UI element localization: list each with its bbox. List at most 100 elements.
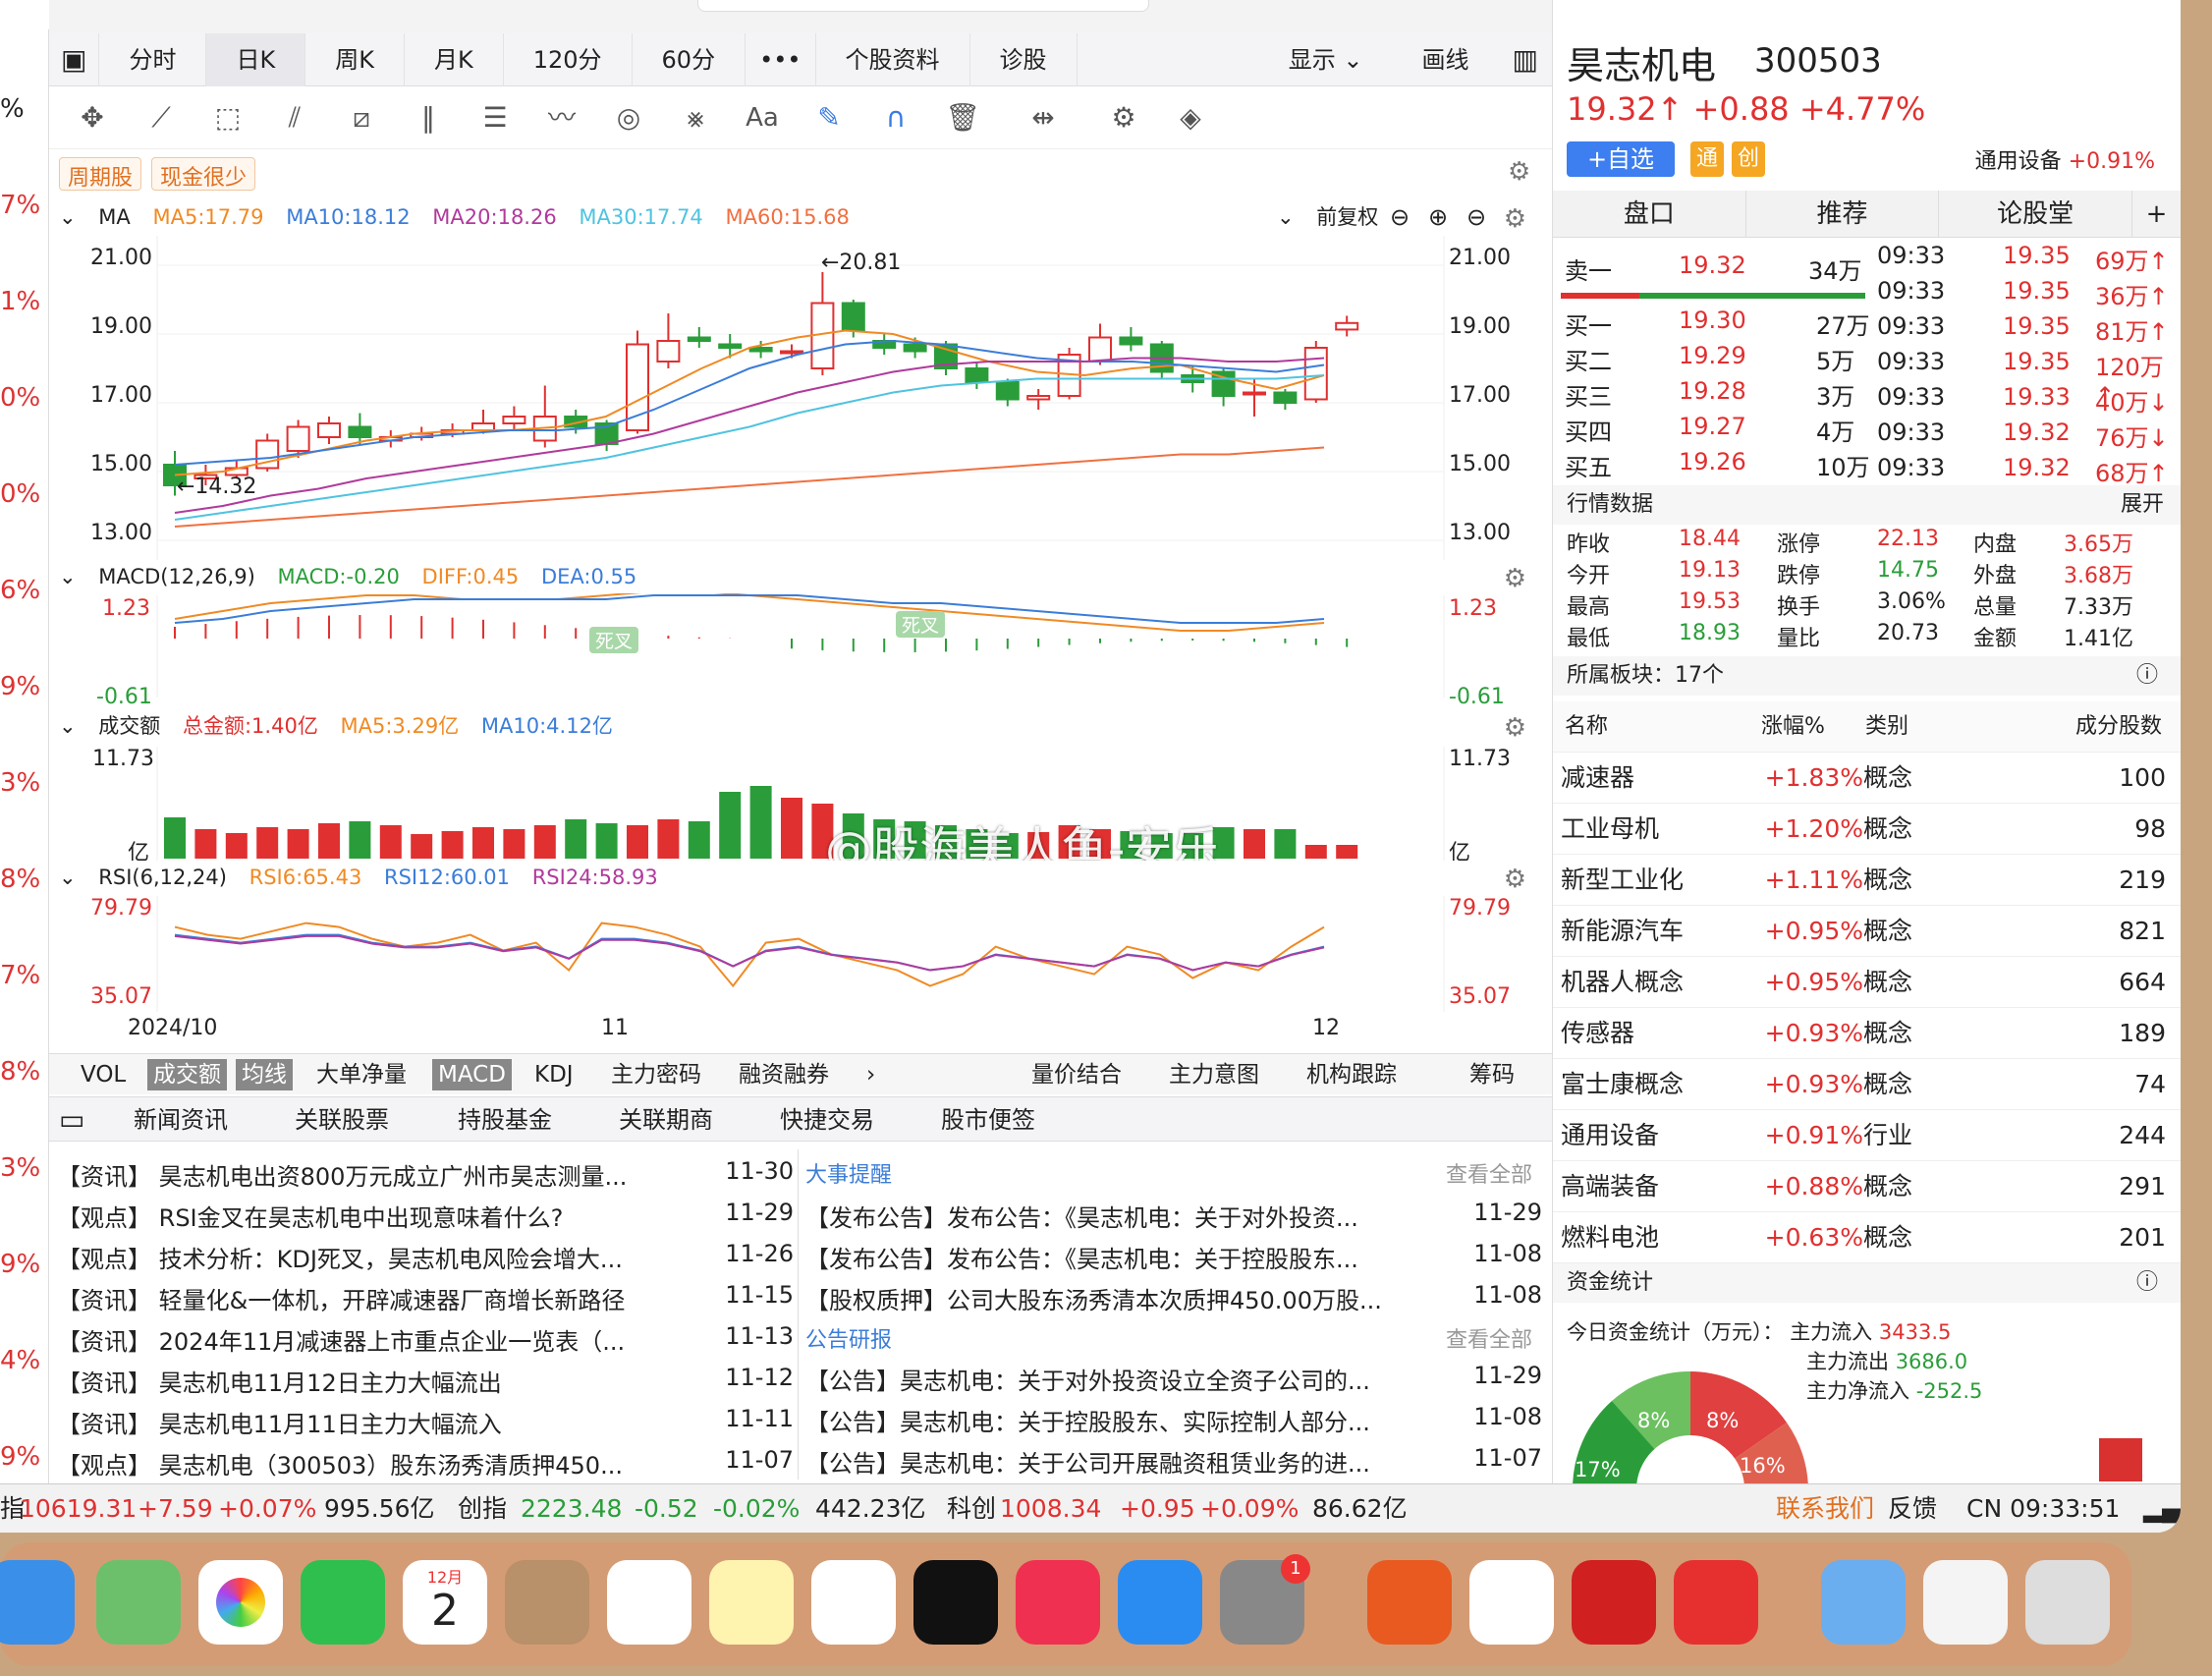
view-all-link[interactable]: 查看全部: [1446, 1157, 1532, 1189]
netease-music-icon[interactable]: [1674, 1560, 1758, 1645]
watchlist-pct[interactable]: 4%: [0, 1346, 49, 1375]
col-count[interactable]: 成分股数: [2075, 701, 2162, 753]
tab-related-stocks[interactable]: 关联股票: [295, 1097, 389, 1143]
board-row[interactable]: 传感器 +0.93% 概念 189: [1553, 1008, 2181, 1059]
appstore-icon[interactable]: [1118, 1560, 1202, 1645]
watchlist-pct[interactable]: 9%: [0, 1442, 49, 1472]
tab-price-volume[interactable]: 量价结合: [1031, 1054, 1122, 1095]
settings-app-icon[interactable]: 1: [1220, 1554, 1310, 1645]
photos-icon[interactable]: [198, 1560, 283, 1645]
news-item[interactable]: 【资讯】 昊志机电11月12日主力大幅流出 11-12: [57, 1364, 794, 1398]
mail-icon[interactable]: [0, 1560, 75, 1645]
board-row[interactable]: 燃料电池 +0.63% 概念 201: [1553, 1212, 2181, 1263]
trash-bin-icon[interactable]: [2025, 1560, 2110, 1645]
poker-icon[interactable]: [1572, 1560, 1656, 1645]
add-watchlist-button[interactable]: +自选: [1567, 141, 1675, 177]
notes-icon[interactable]: [709, 1560, 794, 1645]
col-type[interactable]: 类别: [1865, 701, 1908, 753]
tab-forum[interactable]: 论股堂: [1939, 191, 2133, 237]
tabs-next-icon[interactable]: ›: [866, 1054, 875, 1095]
tab-orderbook[interactable]: 盘口: [1553, 191, 1746, 237]
board-row[interactable]: 通用设备 +0.91% 行业 244: [1553, 1110, 2181, 1161]
music-icon[interactable]: [1016, 1560, 1100, 1645]
tab-amount[interactable]: 成交额: [147, 1059, 227, 1090]
news-item[interactable]: 【观点】 昊志机电（300503）股东汤秀清质押450... 11-07: [57, 1446, 794, 1480]
event-item[interactable]: 【公告】昊志机电：关于公司开展融资租赁业务的进... 11-07: [805, 1444, 1542, 1479]
tab-institution[interactable]: 机构跟踪: [1306, 1054, 1397, 1095]
tab-main-intent[interactable]: 主力意图: [1169, 1054, 1259, 1095]
index-value[interactable]: 10619.31: [20, 1484, 137, 1533]
watchlist-pct[interactable]: 8%: [0, 1057, 49, 1087]
chinext-value: 2223.48: [521, 1494, 623, 1523]
volume-settings-icon[interactable]: ⚙: [1504, 711, 1526, 745]
watchlist-pct[interactable]: 9%: [0, 1250, 49, 1279]
quote-title: 行情数据: [1567, 492, 1654, 517]
news-item[interactable]: 【观点】 技术分析：KDJ死叉，昊志机电风险会增大... 11-26: [57, 1240, 794, 1274]
event-item[interactable]: 【发布公告】发布公告：《昊志机电：关于控股股东... 11-08: [805, 1240, 1542, 1274]
collapse-icon[interactable]: ⌄: [59, 714, 77, 738]
event-item[interactable]: 【公告】昊志机电：关于对外投资设立全资子公司的... 11-29: [805, 1362, 1542, 1396]
board-row[interactable]: 新型工业化 +1.11% 概念 219: [1553, 855, 2181, 906]
feedback-link[interactable]: 反馈: [1888, 1484, 1937, 1533]
news-item[interactable]: 【资讯】 昊志机电11月11日主力大幅流入 11-11: [57, 1405, 794, 1439]
event-item[interactable]: 【公告】昊志机电：关于控股股东、实际控制人部分... 11-08: [805, 1403, 1542, 1437]
board-row[interactable]: 机器人概念 +0.95% 概念 664: [1553, 957, 2181, 1008]
event-item[interactable]: 【股权质押】公司大股东汤秀清本次质押450.00万股... 11-08: [805, 1281, 1542, 1315]
tab-notes[interactable]: 股市便签: [941, 1097, 1035, 1143]
recent-doc-icon[interactable]: [1923, 1560, 2008, 1645]
facetime-icon[interactable]: [301, 1560, 385, 1645]
tab-main-code[interactable]: 主力密码: [611, 1054, 701, 1095]
event-item[interactable]: 【发布公告】发布公告：《昊志机电：关于对外投资... 11-29: [805, 1199, 1542, 1233]
contacts-icon[interactable]: [505, 1560, 589, 1645]
collapse-icon[interactable]: ⌄: [59, 866, 77, 889]
tab-ma[interactable]: 均线: [236, 1059, 293, 1090]
watchlist-pct[interactable]: 3%: [0, 1153, 49, 1183]
reminders-icon[interactable]: [607, 1560, 691, 1645]
event-tag: 【公告】: [805, 1409, 900, 1436]
star-name[interactable]: 科创: [947, 1484, 996, 1533]
add-tab-icon[interactable]: +: [2132, 191, 2181, 237]
news-item[interactable]: 【资讯】 轻量化&一体机，开辟减速器厂商增长新路径 11-15: [57, 1281, 794, 1315]
tab-chips[interactable]: 筹码: [1469, 1054, 1515, 1095]
contact-link[interactable]: 联系我们: [1776, 1484, 1874, 1533]
board-row[interactable]: 新能源汽车 +0.95% 概念 821: [1553, 906, 2181, 957]
tab-futures[interactable]: 关联期商: [619, 1097, 713, 1143]
tab-recommend[interactable]: 推荐: [1746, 191, 1940, 237]
notification-badge: 1: [1281, 1554, 1310, 1584]
chinext-name[interactable]: 创指: [458, 1484, 507, 1533]
col-name[interactable]: 名称: [1565, 701, 1608, 753]
news-item[interactable]: 【观点】 RSI金叉在昊志机电中出现意味着什么? 11-29: [57, 1199, 794, 1233]
board-row[interactable]: 高端装备 +0.88% 概念 291: [1553, 1161, 2181, 1212]
rsi-settings-icon[interactable]: ⚙: [1504, 863, 1526, 896]
expand-button[interactable]: 展开: [2121, 485, 2164, 525]
tab-large-order[interactable]: 大单净量: [316, 1054, 407, 1095]
tonghuashun-icon[interactable]: [1367, 1560, 1452, 1645]
sector-info[interactable]: 通用设备 +0.91%: [1975, 143, 2155, 175]
collapse-icon[interactable]: ⌄: [59, 565, 77, 588]
downloads-icon[interactable]: [1821, 1560, 1906, 1645]
tab-news[interactable]: 新闻资讯: [134, 1097, 228, 1143]
maps-icon[interactable]: [96, 1560, 181, 1645]
info-icon[interactable]: ⓘ: [2136, 1263, 2158, 1303]
news-panel-icon[interactable]: ▭: [59, 1097, 84, 1143]
video-icon[interactable]: [1469, 1560, 1554, 1645]
tab-margin[interactable]: 融资融券: [739, 1054, 829, 1095]
board-row[interactable]: 富士康概念 +0.93% 概念 74: [1553, 1059, 2181, 1110]
info-icon[interactable]: ⓘ: [2136, 656, 2158, 696]
tab-funds[interactable]: 持股基金: [458, 1097, 552, 1143]
view-all-link[interactable]: 查看全部: [1446, 1322, 1532, 1354]
macd-settings-icon[interactable]: ⚙: [1504, 562, 1526, 595]
tab-quick-trade[interactable]: 快捷交易: [780, 1097, 874, 1143]
board-row[interactable]: 减速器 +1.83% 概念 100: [1553, 753, 2181, 804]
news-item[interactable]: 【资讯】 2024年11月减速器上市重点企业一览表（... 11-13: [57, 1322, 794, 1357]
board-count: 821: [2119, 917, 2166, 945]
freeform-icon[interactable]: [811, 1560, 896, 1645]
col-pct[interactable]: 涨幅%: [1761, 701, 1825, 753]
calendar-icon[interactable]: 12月 2: [403, 1560, 487, 1645]
tab-vol[interactable]: VOL: [81, 1054, 126, 1095]
tab-macd[interactable]: MACD: [432, 1059, 512, 1090]
board-row[interactable]: 工业母机 +1.20% 概念 98: [1553, 804, 2181, 855]
appletv-icon[interactable]: [913, 1560, 998, 1645]
tab-kdj[interactable]: KDJ: [534, 1054, 574, 1095]
news-item[interactable]: 【资讯】 昊志机电出资800万元成立广州市昊志测量... 11-30: [57, 1157, 794, 1192]
